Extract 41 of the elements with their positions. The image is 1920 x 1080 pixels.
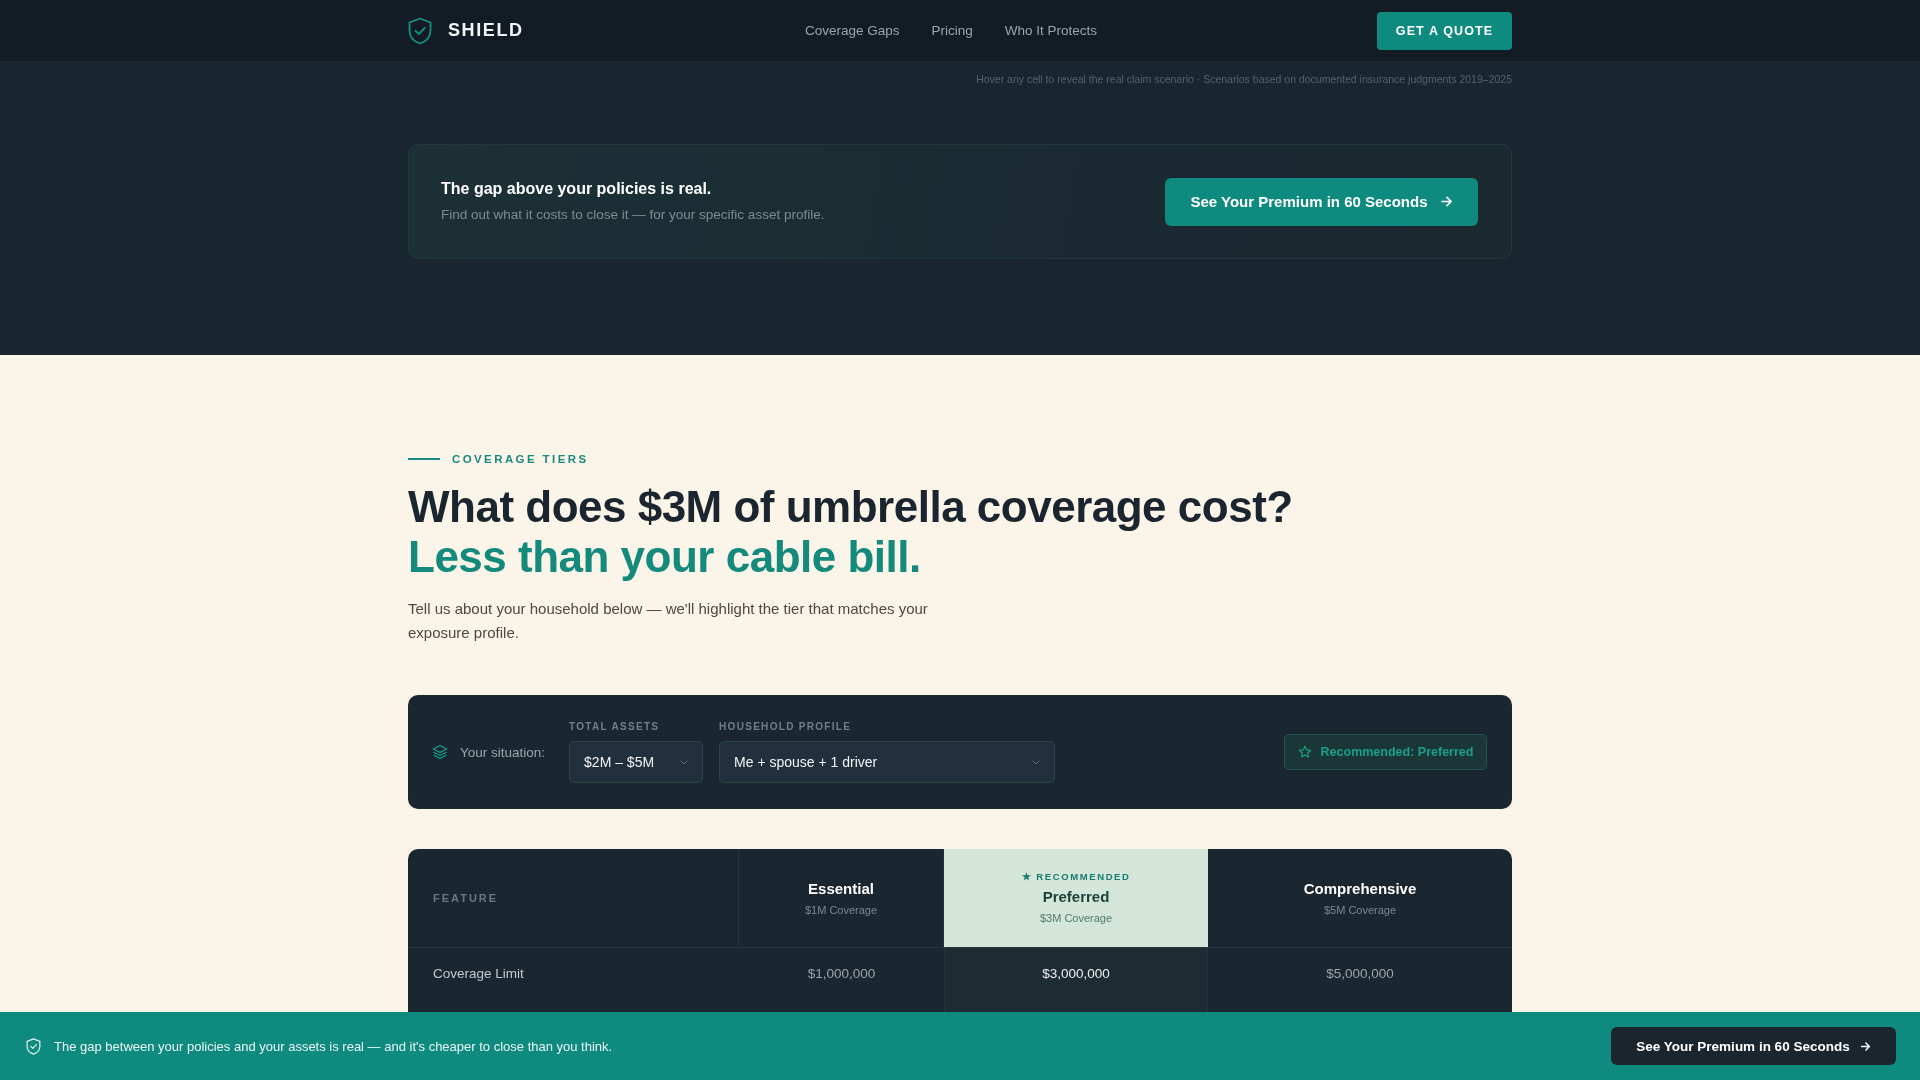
- premium-button[interactable]: See Your Premium in 60 Seconds: [1165, 177, 1478, 226]
- table-cell-text: Coverage Limit: [432, 965, 525, 983]
- shield-check-icon: [26, 1037, 41, 1055]
- select-field[interactable]: Me + spouse + 1 driver: [719, 741, 1056, 783]
- tier-name: Essential: [808, 879, 874, 898]
- banner-subtitle: Find out what it costs to close it — for your specific asset profile.: [441, 206, 825, 224]
- nav-link[interactable]: Who It Protects: [1004, 23, 1098, 38]
- section-eyebrow: COVERAGE TIERS: [452, 452, 589, 466]
- get-quote-button[interactable]: GET A QUOTE: [1377, 11, 1512, 50]
- chevron-down-icon: [680, 759, 689, 765]
- table-cell: $3,000,000: [944, 948, 1208, 1014]
- table-cell-text: $1,000,000: [806, 965, 877, 983]
- tier-coverage: $5M Coverage: [1323, 904, 1397, 917]
- shield-check-icon: [408, 16, 432, 45]
- recommendation-text: Recommended: Preferred: [1320, 745, 1474, 759]
- premium-button[interactable]: See Your Premium in 60 Seconds: [1611, 1027, 1896, 1065]
- star-icon: [1297, 745, 1312, 759]
- sticky-message: The gap between your policies and your assets is real — and it's cheaper to close than you think.: [54, 1038, 613, 1054]
- intro-text: Tell us about your household below — we'll highlight the tier that matches your exposure profile.: [408, 599, 929, 643]
- arrow-right-icon: [1859, 1040, 1871, 1052]
- arrow-right-icon: [1439, 195, 1453, 208]
- table-cell-text: $5,000,000: [1325, 965, 1395, 983]
- field-label: HOUSEHOLD PROFILE: [719, 721, 853, 733]
- headline: What does $3M of umbrella coverage cost?: [408, 482, 1293, 532]
- select-field[interactable]: $2M – $5M: [569, 741, 704, 783]
- field-label: TOTAL ASSETS: [569, 721, 661, 733]
- nav-link[interactable]: Coverage Gaps: [805, 23, 900, 38]
- tier-name: Comprehensive: [1303, 879, 1417, 898]
- tier-coverage: $1M Coverage: [804, 904, 878, 917]
- situation-label: Your situation:: [460, 744, 546, 760]
- accent-line: [408, 458, 440, 460]
- headline-accent: Less than your cable bill.: [408, 532, 921, 582]
- layers-icon: [432, 744, 448, 760]
- column-heading: FEATURE: [433, 892, 499, 904]
- tier-coverage: $3M Coverage: [1039, 912, 1113, 925]
- brand-name: SHIELD: [448, 20, 524, 41]
- chevron-down-icon: [1032, 759, 1041, 765]
- recommended-label: ★ RECOMMENDED: [1021, 871, 1131, 882]
- tier-name: Preferred: [1042, 887, 1110, 906]
- nav-link[interactable]: Pricing: [931, 23, 973, 38]
- banner-title: The gap above your policies is real.: [441, 179, 713, 199]
